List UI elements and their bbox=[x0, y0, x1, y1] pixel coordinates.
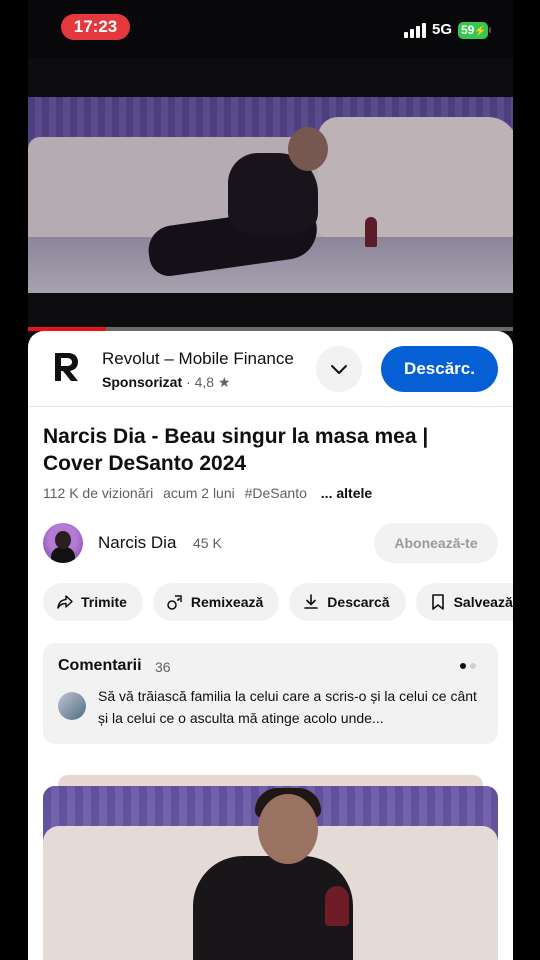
ad-expand-button[interactable] bbox=[316, 346, 362, 392]
battery-icon: 59⚡ bbox=[458, 22, 488, 39]
sponsored-ad[interactable]: Revolut – Mobile Finance Sponsorizat · 4… bbox=[28, 331, 513, 407]
video-details-sheet: Revolut – Mobile Finance Sponsorizat · 4… bbox=[28, 331, 513, 960]
battery-tip bbox=[489, 27, 491, 33]
video-title[interactable]: Narcis Dia - Beau singur la masa mea | C… bbox=[43, 423, 493, 477]
video-player[interactable] bbox=[28, 97, 513, 293]
battery-level: 59 bbox=[461, 23, 475, 37]
subscriber-count: 45 K bbox=[193, 535, 222, 551]
share-button[interactable]: Trimite bbox=[43, 583, 143, 621]
network-label: 5G bbox=[432, 21, 453, 38]
chevron-down-icon bbox=[331, 365, 347, 374]
download-icon bbox=[304, 594, 319, 609]
sponsored-label: Sponsorizat bbox=[102, 374, 183, 390]
channel-row: Narcis Dia 45 K Abonează-te bbox=[28, 521, 513, 565]
status-bar: 17:23 5G 59⚡ bbox=[28, 0, 513, 58]
commenter-avatar bbox=[58, 692, 86, 720]
comments-panel[interactable]: Comentarii 36 Să vă trăiască familia la … bbox=[43, 643, 498, 744]
carousel-dot-active bbox=[460, 663, 466, 669]
bookmark-icon bbox=[431, 594, 444, 610]
meta-separator: · bbox=[186, 374, 195, 390]
comments-heading: Comentarii bbox=[58, 657, 142, 674]
save-label: Salvează bbox=[453, 594, 513, 610]
view-count: 112 K de vizionări bbox=[43, 485, 154, 501]
upload-age: acum 2 luni bbox=[163, 485, 235, 501]
star-icon: ★ bbox=[217, 374, 231, 390]
next-video-thumbnail[interactable] bbox=[43, 786, 498, 960]
comments-count: 36 bbox=[155, 659, 171, 675]
remix-label: Remixează bbox=[190, 594, 264, 610]
ad-meta: Sponsorizat · 4,8 ★ bbox=[102, 374, 231, 391]
status-time: 17:23 bbox=[61, 14, 130, 40]
ad-download-button[interactable]: Descărc. bbox=[381, 346, 498, 392]
save-button[interactable]: Salvează bbox=[415, 583, 513, 621]
video-shade bbox=[28, 97, 513, 293]
download-label: Descarcă bbox=[327, 594, 390, 610]
action-chips-row: Trimite Remixează Descarcă Salvează bbox=[43, 583, 513, 621]
more-link[interactable]: ... altele bbox=[321, 485, 372, 501]
phone-screen: 17:23 5G 59⚡ Revolut – Mobile Finance Sp… bbox=[28, 0, 513, 960]
video-meta[interactable]: 112 K de vizionări acum 2 luni #DeSanto … bbox=[43, 485, 378, 501]
share-icon bbox=[57, 595, 73, 609]
share-label: Trimite bbox=[81, 594, 127, 610]
carousel-dot bbox=[470, 663, 476, 669]
subscribe-button[interactable]: Abonează-te bbox=[374, 523, 498, 563]
ad-rating: 4,8 bbox=[194, 374, 215, 390]
channel-avatar[interactable] bbox=[43, 523, 83, 563]
hashtag[interactable]: #DeSanto bbox=[245, 485, 307, 501]
signal-icon bbox=[404, 22, 426, 38]
ad-title[interactable]: Revolut – Mobile Finance bbox=[102, 349, 294, 369]
revolut-logo bbox=[46, 347, 86, 387]
remix-icon bbox=[167, 595, 182, 610]
remix-button[interactable]: Remixează bbox=[152, 583, 280, 621]
top-comment-text: Să vă trăiască familia la celui care a s… bbox=[98, 688, 477, 726]
download-button[interactable]: Descarcă bbox=[289, 583, 406, 621]
channel-name[interactable]: Narcis Dia bbox=[98, 533, 176, 553]
